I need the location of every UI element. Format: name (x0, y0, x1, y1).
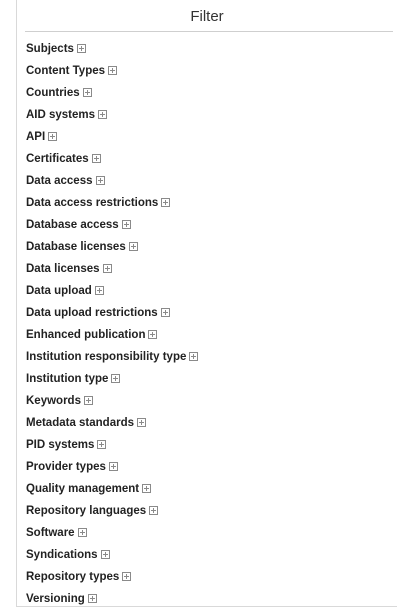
filter-item-syndications[interactable]: Syndications (26, 544, 394, 566)
filter-item-label: Institution responsibility type (26, 351, 187, 363)
filter-item-label: API (26, 131, 46, 143)
filter-item-quality-management[interactable]: Quality management (26, 478, 394, 500)
expand-plus-icon[interactable] (189, 352, 199, 361)
expand-plus-icon[interactable] (76, 44, 86, 53)
expand-plus-icon[interactable] (142, 484, 152, 493)
filter-item-aid-systems[interactable]: AID systems (26, 104, 394, 126)
filter-panel-header: Filter (17, 0, 397, 32)
filter-item-data-upload[interactable]: Data upload (26, 280, 394, 302)
expand-plus-icon[interactable] (111, 374, 121, 383)
filter-item-provider-types[interactable]: Provider types (26, 456, 394, 478)
filter-item-repository-languages[interactable]: Repository languages (26, 500, 394, 522)
filter-item-enhanced-publication[interactable]: Enhanced publication (26, 324, 394, 346)
filter-item-repository-types[interactable]: Repository types (26, 566, 394, 588)
expand-plus-icon[interactable] (83, 396, 93, 405)
filter-item-label: AID systems (26, 109, 96, 121)
filter-item-label: Certificates (26, 153, 89, 165)
expand-plus-icon[interactable] (108, 66, 118, 75)
expand-plus-icon[interactable] (97, 440, 107, 449)
filter-item-data-licenses[interactable]: Data licenses (26, 258, 394, 280)
filter-item-keywords[interactable]: Keywords (26, 390, 394, 412)
filter-item-label: Content Types (26, 65, 106, 77)
filter-item-subjects[interactable]: Subjects (26, 38, 394, 60)
filter-title: Filter (190, 8, 224, 25)
filter-item-label: Repository languages (26, 505, 147, 517)
filter-item-label: Data upload restrictions (26, 307, 158, 319)
filter-item-label: Versioning (26, 593, 85, 605)
filter-item-api[interactable]: API (26, 126, 394, 148)
filter-item-pid-systems[interactable]: PID systems (26, 434, 394, 456)
filter-item-institution-responsibility-type[interactable]: Institution responsibility type (26, 346, 394, 368)
filter-item-label: Database licenses (26, 241, 126, 253)
filter-item-versioning[interactable]: Versioning (26, 588, 394, 610)
header-divider (25, 31, 393, 32)
expand-plus-icon[interactable] (95, 176, 105, 185)
filter-item-label: Provider types (26, 461, 106, 473)
expand-plus-icon[interactable] (98, 110, 108, 119)
filter-item-label: Syndications (26, 549, 98, 561)
expand-plus-icon[interactable] (121, 220, 131, 229)
filter-item-content-types[interactable]: Content Types (26, 60, 394, 82)
filter-item-label: Quality management (26, 483, 140, 495)
expand-plus-icon[interactable] (77, 528, 87, 537)
filter-item-label: Institution type (26, 373, 109, 385)
filter-item-label: Enhanced publication (26, 329, 146, 341)
filter-item-label: Data access (26, 175, 93, 187)
filter-item-label: Data licenses (26, 263, 100, 275)
filter-item-metadata-standards[interactable]: Metadata standards (26, 412, 394, 434)
filter-item-label: Countries (26, 87, 80, 99)
filter-item-label: PID systems (26, 439, 95, 451)
filter-item-label: Database access (26, 219, 119, 231)
filter-item-countries[interactable]: Countries (26, 82, 394, 104)
filter-item-label: Software (26, 527, 75, 539)
filter-item-label: Data upload (26, 285, 92, 297)
filter-panel: Filter Subjects Content Types Countries AID… (16, 0, 397, 607)
filter-item-institution-type[interactable]: Institution type (26, 368, 394, 390)
expand-plus-icon[interactable] (149, 506, 159, 515)
expand-plus-icon[interactable] (128, 242, 138, 251)
filter-item-label: Data access restrictions (26, 197, 159, 209)
filter-item-data-access-restrictions[interactable]: Data access restrictions (26, 192, 394, 214)
expand-plus-icon[interactable] (161, 198, 171, 207)
expand-plus-icon[interactable] (91, 154, 101, 163)
expand-plus-icon[interactable] (102, 264, 112, 273)
expand-plus-icon[interactable] (160, 308, 170, 317)
expand-plus-icon[interactable] (82, 88, 92, 97)
expand-plus-icon[interactable] (48, 132, 58, 141)
filter-item-data-access[interactable]: Data access (26, 170, 394, 192)
filter-item-label: Metadata standards (26, 417, 135, 429)
filter-item-label: Subjects (26, 43, 74, 55)
expand-plus-icon[interactable] (87, 594, 97, 603)
filter-item-certificates[interactable]: Certificates (26, 148, 394, 170)
expand-plus-icon[interactable] (94, 286, 104, 295)
filter-item-label: Repository types (26, 571, 120, 583)
filter-item-label: Keywords (26, 395, 81, 407)
filter-item-database-access[interactable]: Database access (26, 214, 394, 236)
filter-item-database-licenses[interactable]: Database licenses (26, 236, 394, 258)
filter-item-software[interactable]: Software (26, 522, 394, 544)
expand-plus-icon[interactable] (122, 572, 132, 581)
expand-plus-icon[interactable] (108, 462, 118, 471)
filter-item-data-upload-restrictions[interactable]: Data upload restrictions (26, 302, 394, 324)
expand-plus-icon[interactable] (100, 550, 110, 559)
expand-plus-icon[interactable] (137, 418, 147, 427)
expand-plus-icon[interactable] (148, 330, 158, 339)
filter-list: Subjects Content Types Countries AID system… (26, 38, 394, 610)
